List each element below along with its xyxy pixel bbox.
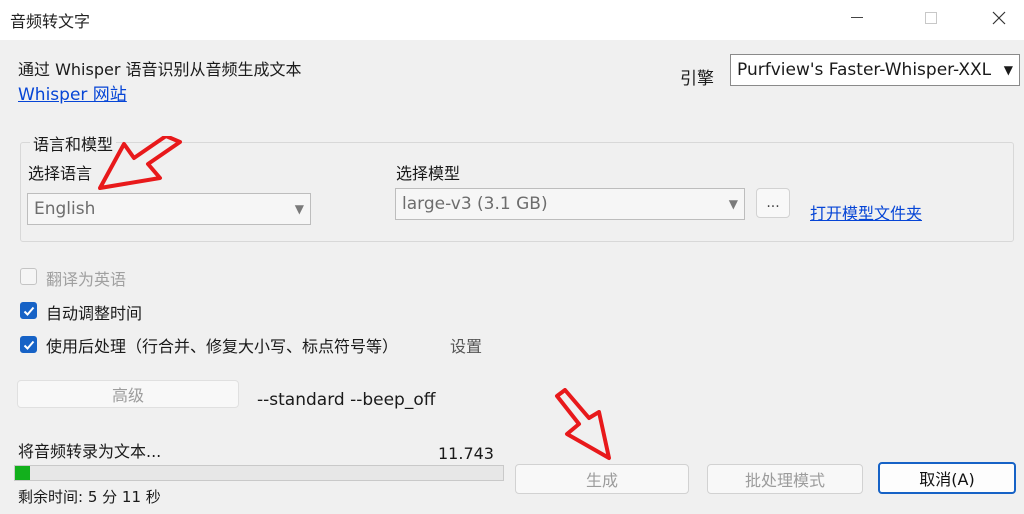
auto-adjust-checkbox[interactable]: [20, 302, 37, 319]
open-model-folder-link[interactable]: 打开模型文件夹: [810, 200, 922, 224]
engine-label: 引擎: [680, 69, 714, 89]
whisper-website-link[interactable]: Whisper 网站: [18, 80, 127, 105]
cancel-button[interactable]: 取消(A): [878, 462, 1016, 494]
model-label: 选择模型: [396, 164, 461, 183]
language-label: 选择语言: [28, 164, 93, 183]
generate-button[interactable]: 生成: [515, 464, 689, 494]
translate-checkbox[interactable]: [20, 268, 37, 285]
title-bar: 音频转文字: [0, 0, 1024, 40]
progress-value: 11.743: [438, 444, 494, 463]
language-select-value: English: [34, 199, 96, 219]
annotation-arrow-icon: [555, 388, 611, 460]
checkmark-icon: [23, 306, 35, 316]
engine-select[interactable]: Purfview's Faster-Whisper-XXL ▼: [730, 54, 1020, 86]
minimize-button[interactable]: [832, 0, 882, 36]
translate-label: 翻译为英语: [46, 270, 127, 289]
engine-select-value: Purfview's Faster-Whisper-XXL: [737, 60, 992, 80]
close-icon: [992, 11, 1006, 25]
advanced-button[interactable]: 高级: [17, 380, 239, 408]
postprocess-label: 使用后处理（行合并、修复大小写、标点符号等）: [46, 337, 399, 356]
annotation-arrow-icon: [98, 136, 182, 190]
postprocess-checkbox[interactable]: [20, 336, 37, 353]
browse-model-button[interactable]: ...: [756, 188, 790, 218]
batch-mode-button[interactable]: 批处理模式: [707, 464, 863, 494]
time-remaining: 剩余时间: 5 分 11 秒: [18, 488, 161, 506]
maximize-icon: [925, 12, 937, 24]
auto-adjust-label: 自动调整时间: [46, 304, 143, 323]
checkmark-icon: [23, 340, 35, 350]
model-select-value: large-v3 (3.1 GB): [402, 194, 548, 214]
maximize-button[interactable]: [906, 0, 956, 36]
progress-bar: [14, 465, 504, 481]
status-text: 将音频转录为文本...: [18, 442, 162, 461]
model-select[interactable]: large-v3 (3.1 GB) ▼: [395, 188, 745, 220]
chevron-down-icon: ▼: [728, 197, 738, 211]
chevron-down-icon: ▼: [1003, 63, 1013, 77]
postprocess-settings-link[interactable]: 设置: [450, 333, 482, 357]
minimize-icon: [851, 17, 863, 18]
description-text: 通过 Whisper 语音识别从音频生成文本: [18, 60, 302, 79]
progress-fill: [15, 466, 30, 480]
close-button[interactable]: [974, 0, 1024, 36]
advanced-params: --standard --beep_off: [257, 390, 436, 410]
chevron-down-icon: ▼: [294, 202, 304, 216]
window-title: 音频转文字: [10, 12, 91, 31]
